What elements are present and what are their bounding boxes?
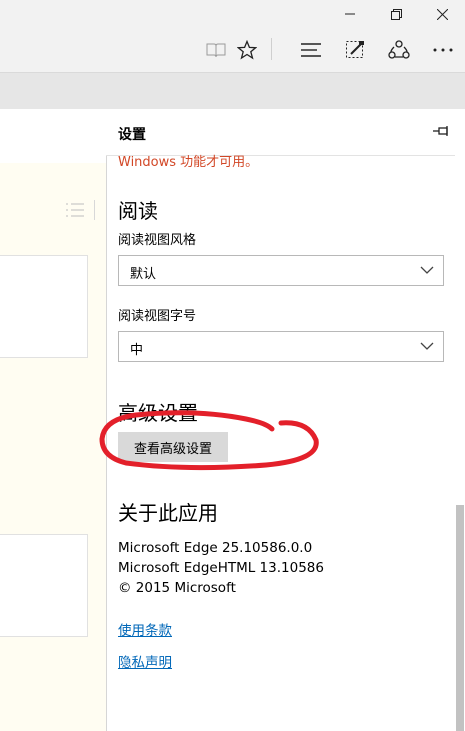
more-button[interactable] bbox=[428, 36, 458, 64]
hub-icon bbox=[301, 43, 321, 57]
restore-button[interactable] bbox=[373, 0, 419, 28]
about-heading: 关于此应用 bbox=[118, 501, 218, 525]
chevron-down-icon bbox=[420, 342, 434, 350]
web-page-content bbox=[0, 163, 106, 731]
pin-button[interactable] bbox=[432, 121, 452, 141]
reading-view-button[interactable] bbox=[201, 36, 231, 64]
reading-style-value: 默认 bbox=[130, 267, 157, 282]
red-annotation-circle bbox=[99, 410, 319, 471]
close-icon bbox=[436, 8, 448, 20]
edge-version: Microsoft Edge 25.10586.0.0 bbox=[118, 540, 313, 556]
copyright-text: © 2015 Microsoft bbox=[118, 580, 236, 596]
privacy-link[interactable]: 隐私声明 bbox=[118, 651, 172, 671]
web-note-button[interactable] bbox=[340, 36, 370, 64]
reading-view-icon bbox=[206, 43, 226, 58]
toolbar-separator bbox=[271, 38, 272, 60]
minimize-button[interactable] bbox=[327, 0, 373, 28]
restore-icon bbox=[390, 8, 402, 20]
warning-text: Windows 功能才可用。 bbox=[118, 155, 259, 170]
page-card bbox=[0, 534, 88, 637]
list-icon bbox=[66, 201, 84, 223]
edgehtml-version: Microsoft EdgeHTML 13.10586 bbox=[118, 560, 324, 576]
web-note-icon bbox=[346, 41, 364, 58]
settings-header bbox=[106, 109, 465, 156]
reading-font-select[interactable]: 中 bbox=[118, 331, 444, 362]
secondary-bar bbox=[0, 72, 465, 109]
terms-link[interactable]: 使用条款 bbox=[118, 619, 172, 639]
favorite-star-icon bbox=[237, 40, 257, 60]
hub-button[interactable] bbox=[296, 36, 326, 64]
scrollbar-thumb[interactable] bbox=[456, 505, 464, 731]
page-divider bbox=[94, 200, 95, 220]
reading-font-label: 阅读视图字号 bbox=[118, 309, 197, 324]
page-card bbox=[0, 255, 88, 358]
minimize-icon bbox=[345, 13, 355, 15]
reading-style-label: 阅读视图风格 bbox=[118, 233, 197, 248]
favorite-button[interactable] bbox=[232, 36, 262, 64]
close-button[interactable] bbox=[419, 0, 465, 28]
pin-icon bbox=[433, 126, 448, 136]
reading-font-value: 中 bbox=[130, 343, 144, 358]
reading-style-select[interactable]: 默认 bbox=[118, 255, 444, 286]
chevron-down-icon bbox=[420, 266, 434, 274]
more-icon bbox=[433, 48, 453, 52]
share-icon bbox=[388, 40, 410, 59]
settings-title: 设置 bbox=[118, 127, 146, 143]
reading-heading: 阅读 bbox=[118, 199, 158, 223]
share-button[interactable] bbox=[384, 36, 414, 64]
